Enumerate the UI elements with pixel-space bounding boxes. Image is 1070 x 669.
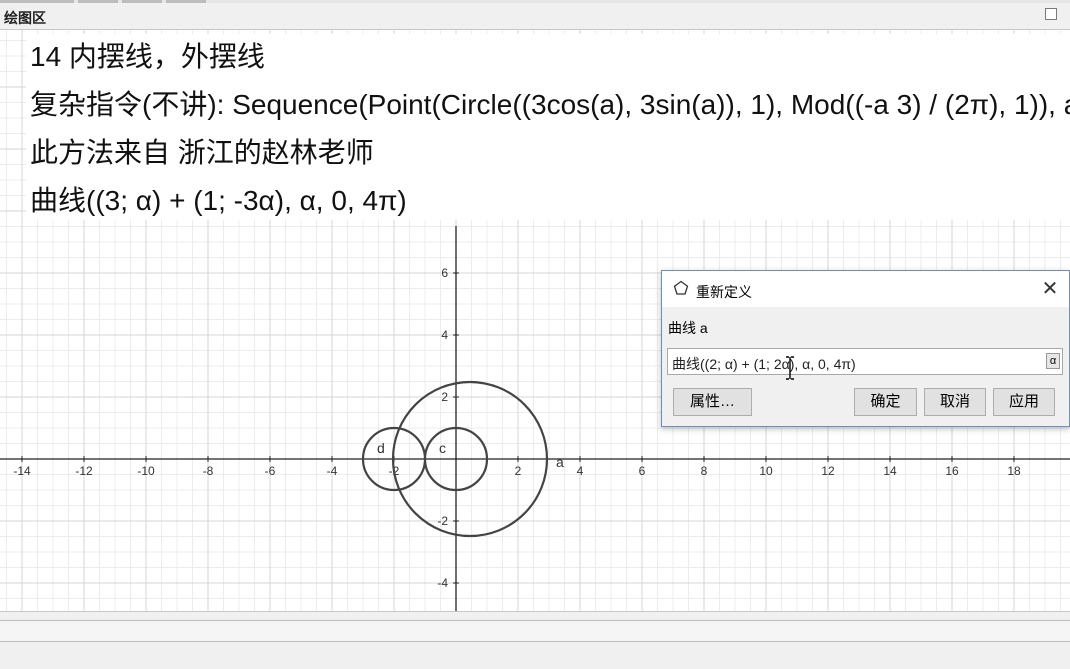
y-tick-label: -2 (437, 514, 448, 528)
x-tick-label: 4 (577, 464, 584, 478)
label-d: d (377, 440, 385, 456)
maximize-panel-icon[interactable] (1045, 8, 1057, 20)
pentagon-icon (673, 280, 689, 299)
x-tick-label: -14 (13, 464, 31, 478)
x-tick-label: -10 (137, 464, 155, 478)
x-tick-label: 12 (821, 464, 835, 478)
x-tick-label: 10 (759, 464, 773, 478)
x-tick-label: 6 (639, 464, 646, 478)
graphics-panel-header: 绘图区 (0, 3, 1070, 30)
x-tick-label: 2 (515, 464, 522, 478)
redefine-dialog: 重新定义 ✕ 曲线 a 曲线((2; α) + (1; 2α), α, 0, 4… (661, 270, 1070, 427)
y-tick-label: -4 (437, 576, 448, 590)
text-object-curve[interactable]: 曲线((3; α) + (1; -3α), α, 0, 4π) (30, 179, 407, 219)
y-tick-label: 4 (441, 328, 448, 342)
apply-button[interactable]: 应用 (993, 388, 1055, 416)
alpha-symbol-button[interactable]: α (1046, 353, 1060, 369)
text-cursor-icon (786, 356, 794, 380)
dialog-title: 重新定义 (696, 284, 752, 300)
x-tick-label: 16 (945, 464, 959, 478)
x-tick-label: -12 (75, 464, 93, 478)
x-tick-label: 18 (1007, 464, 1021, 478)
x-tick-label: -6 (265, 464, 276, 478)
x-tick-label: 14 (883, 464, 897, 478)
label-a: a (556, 454, 564, 470)
object-name-label: 曲线 a (668, 320, 708, 336)
panel-title: 绘图区 (4, 11, 46, 27)
dialog-titlebar[interactable]: 重新定义 ✕ (662, 271, 1069, 307)
properties-button[interactable]: 属性… (673, 388, 752, 416)
horizontal-scrollbar[interactable] (0, 620, 1070, 642)
ok-button[interactable]: 确定 (854, 388, 917, 416)
definition-input[interactable]: 曲线((2; α) + (1; 2α), α, 0, 4π) (667, 348, 1063, 375)
label-c: c (439, 440, 446, 456)
text-object-command[interactable]: 复杂指令(不讲): Sequence(Point(Circle((3cos(a)… (30, 83, 1070, 123)
y-tick-label: 6 (441, 266, 448, 280)
x-tick-label: 8 (701, 464, 708, 478)
close-icon[interactable]: ✕ (1038, 277, 1062, 301)
text-object-credit[interactable]: 此方法来自 浙江的赵林老师 (30, 131, 374, 171)
y-tick-label: 2 (441, 390, 448, 404)
x-tick-label: -4 (327, 464, 338, 478)
x-tick-label: -8 (203, 464, 214, 478)
cancel-button[interactable]: 取消 (924, 388, 986, 416)
text-object-title[interactable]: 14 内摆线，外摆线 (30, 35, 265, 75)
